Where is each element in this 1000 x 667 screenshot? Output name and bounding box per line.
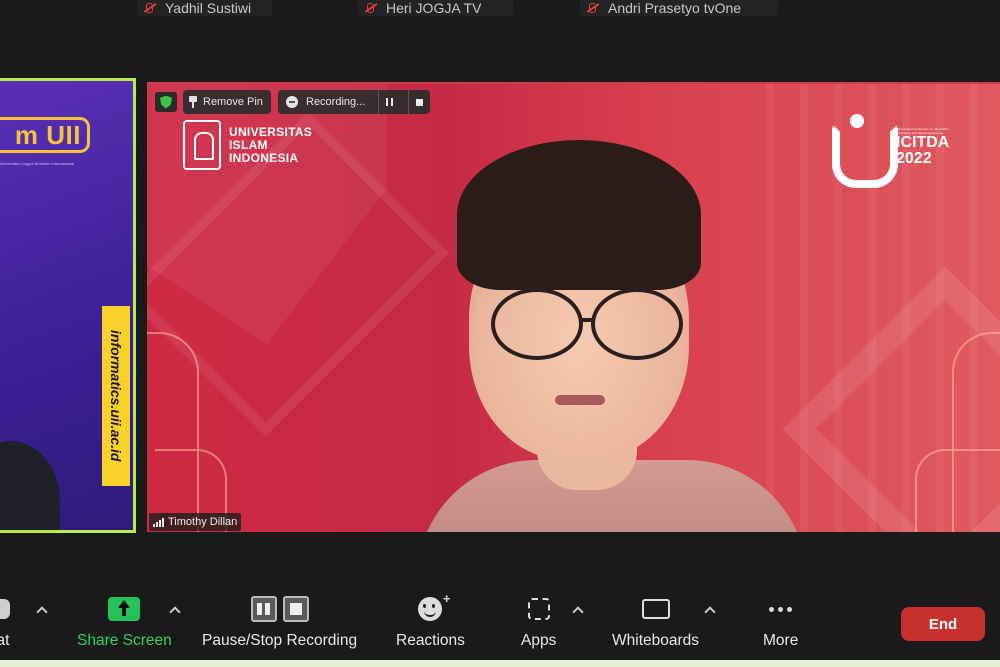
uii-seal-icon <box>183 120 221 170</box>
participant-thumbnail[interactable]: Andri Prasetyo tvOne <box>580 0 778 16</box>
reactions-icon: + <box>418 591 450 621</box>
icitda-title: ICITDA <box>896 134 950 151</box>
recording-indicator: Recording... <box>278 90 430 114</box>
chat-icon <box>0 599 10 619</box>
glasses-left <box>491 288 583 360</box>
reactions-label: Reactions <box>396 632 465 649</box>
uii-logo-text: UNIVERSITAS ISLAM INDONESIA <box>229 124 313 165</box>
participant-thumbnail[interactable]: Heri JOGJA TV <box>358 0 513 16</box>
meeting-toolbar: at Share Screen Pause/Stop Recording + R… <box>0 578 1000 667</box>
chat-options-caret[interactable] <box>36 606 48 618</box>
security-shield-icon[interactable] <box>155 92 177 112</box>
whiteboards-label: Whiteboards <box>612 632 700 649</box>
icitda-year: 2022 <box>896 150 932 167</box>
share-screen-icon <box>108 597 141 621</box>
presenter-silhouette <box>0 441 60 530</box>
participant-strip: Yadhil Sustiwi Heri JOGJA TV Andri Prase… <box>0 0 1000 78</box>
whiteboard-icon <box>641 599 670 619</box>
participant-video-left[interactable]: m UII Informatika Unggul Berkelas Intern… <box>0 78 136 533</box>
logo-tagline: Informatika Unggul Berkelas Internasiona… <box>0 161 75 166</box>
pause-icon <box>386 98 393 106</box>
apps-icon <box>527 598 550 620</box>
share-screen-button[interactable]: Share Screen <box>77 596 172 650</box>
stop-recording-button[interactable] <box>408 90 430 114</box>
background-line <box>915 449 1000 532</box>
pause-icon <box>250 596 277 622</box>
participant-thumbnail[interactable]: Yadhil Sustiwi <box>137 0 272 16</box>
pause-stop-recording-button[interactable]: Pause/Stop Recording <box>202 596 357 650</box>
share-screen-label: Share Screen <box>77 632 172 649</box>
mic-muted-icon <box>364 3 378 13</box>
icitda-logo: International Conference on Informatics … <box>828 114 962 188</box>
stop-icon <box>416 98 423 106</box>
participant-name: Andri Prasetyo tvOne <box>608 0 742 16</box>
chat-label: at <box>0 632 10 649</box>
url-text: informatics.uii.ac.id <box>108 330 124 462</box>
more-label: More <box>763 632 799 649</box>
speaker-name: Timothy Dillan <box>168 516 238 528</box>
end-meeting-button[interactable]: End <box>901 607 985 641</box>
url-banner: informatics.uii.ac.id <box>102 306 130 486</box>
recording-icon <box>286 96 298 108</box>
apps-options-caret[interactable] <box>572 606 584 618</box>
apps-label: Apps <box>521 632 557 649</box>
uii-informatics-logo: m UII <box>0 117 90 153</box>
icitda-text-block: International Conference on Informatics … <box>896 127 962 167</box>
chat-button[interactable]: at <box>0 596 10 650</box>
main-speaker-video[interactable]: UNIVERSITAS ISLAM INDONESIA Internationa… <box>147 82 1000 532</box>
participant-name: Heri JOGJA TV <box>386 0 482 16</box>
window-bottom-edge <box>0 660 1000 667</box>
stop-icon <box>282 596 309 622</box>
pause-recording-button[interactable] <box>378 90 400 114</box>
mic-muted-icon <box>586 3 600 13</box>
icitda-mark-icon <box>828 114 898 188</box>
remove-pin-button[interactable]: Remove Pin <box>183 90 271 114</box>
reactions-button[interactable]: + Reactions <box>396 591 465 650</box>
icitda-subtitle: International Conference on Informatics … <box>896 127 949 135</box>
apps-button[interactable]: Apps <box>521 596 556 650</box>
participant-name: Yadhil Sustiwi <box>165 0 252 16</box>
pause-stop-label: Pause/Stop Recording <box>202 632 358 649</box>
glasses-right <box>591 288 683 360</box>
recording-label: Recording... <box>306 96 366 108</box>
speaker-name-tag: Timothy Dillan <box>149 513 242 531</box>
speaker-person <box>377 140 807 532</box>
uii-logo: UNIVERSITAS ISLAM INDONESIA <box>183 120 312 170</box>
signal-strength-icon <box>153 517 164 527</box>
whiteboards-button[interactable]: Whiteboards <box>612 596 699 650</box>
more-icon <box>769 606 793 612</box>
mic-muted-icon <box>143 3 157 13</box>
remove-pin-label: Remove Pin <box>203 96 263 108</box>
pin-icon <box>189 96 197 108</box>
more-button[interactable]: More <box>763 596 798 650</box>
whiteboards-options-caret[interactable] <box>704 606 716 618</box>
